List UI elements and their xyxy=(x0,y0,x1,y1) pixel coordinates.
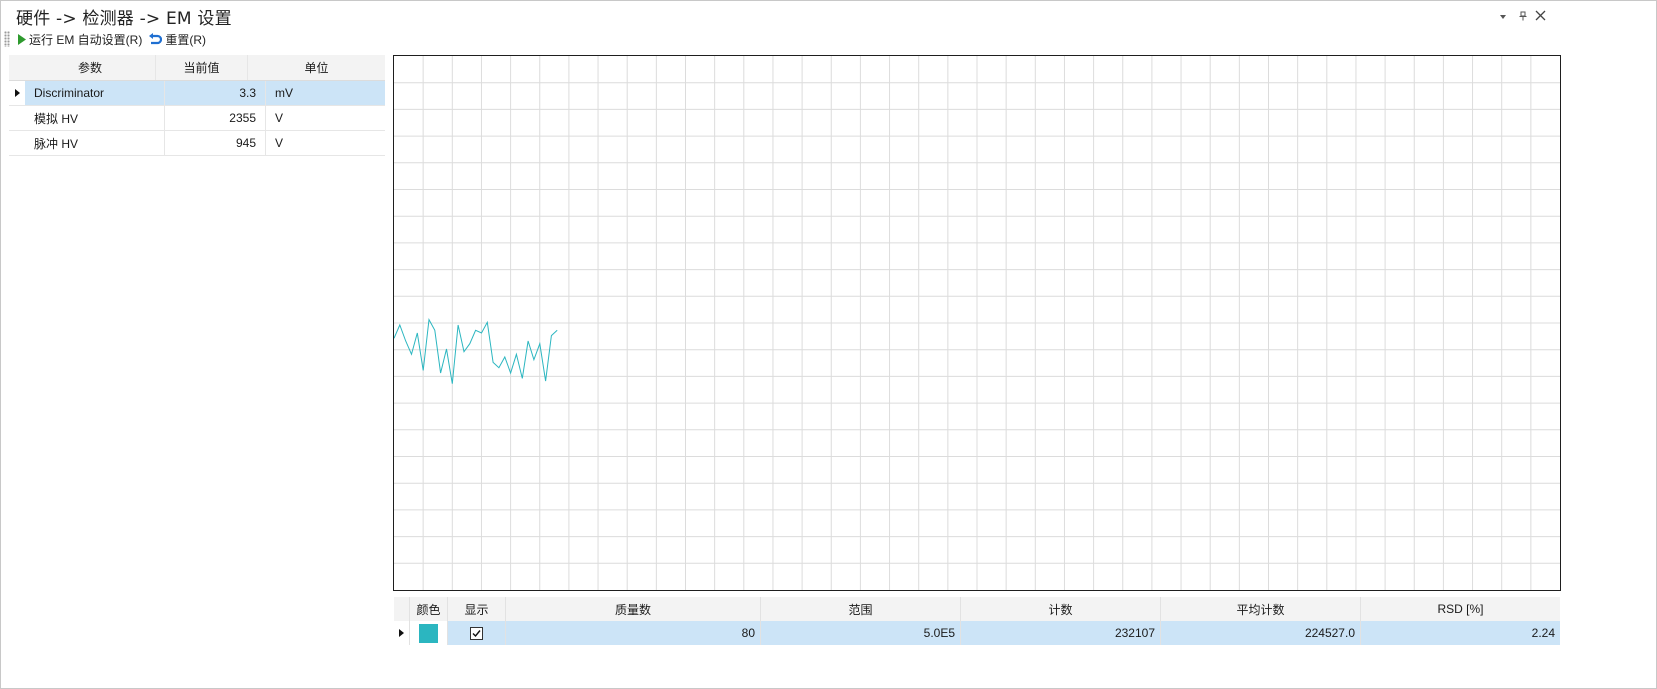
current-row-arrow-icon xyxy=(399,629,404,637)
count-cell[interactable]: 232107 xyxy=(961,621,1161,645)
row-indicator[interactable] xyxy=(9,106,25,130)
row-indicator[interactable] xyxy=(9,131,25,155)
color-swatch[interactable] xyxy=(419,623,438,643)
column-header-count[interactable]: 计数 xyxy=(961,597,1161,621)
column-header-avg-count[interactable]: 平均计数 xyxy=(1161,597,1361,621)
chart-plot-area xyxy=(393,56,1560,590)
chart-grid xyxy=(394,56,1560,590)
rsd-cell[interactable]: 2.24 xyxy=(1361,621,1560,645)
param-value-cell[interactable]: 945 xyxy=(165,131,266,155)
column-header-current-value[interactable]: 当前值 xyxy=(156,55,248,80)
run-em-autosetup-button[interactable]: 运行 EM 自动设置(R) xyxy=(18,31,142,48)
close-icon[interactable] xyxy=(1535,10,1546,24)
dropdown-icon[interactable] xyxy=(1499,10,1507,24)
color-cell[interactable] xyxy=(410,621,448,645)
param-value-cell[interactable]: 2355 xyxy=(165,106,266,130)
param-unit-cell[interactable]: V xyxy=(266,131,385,155)
current-row-arrow-icon xyxy=(14,89,20,97)
avg-count-cell[interactable]: 224527.0 xyxy=(1161,621,1361,645)
play-icon xyxy=(18,33,26,45)
param-name-cell[interactable]: 脉冲 HV xyxy=(25,131,165,155)
column-header-unit[interactable]: 单位 xyxy=(248,55,385,80)
reset-label: 重置(R) xyxy=(165,32,206,47)
row-indicator[interactable] xyxy=(394,621,410,645)
param-name-cell[interactable]: Discriminator xyxy=(25,81,165,105)
reset-button[interactable]: 重置(R) xyxy=(148,31,206,48)
result-table: 颜色 显示 质量数 范围 计数 平均计数 RSD [%] 80 5.0E5 23… xyxy=(394,597,1560,645)
param-unit-cell[interactable]: mV xyxy=(266,81,385,105)
column-header-mass[interactable]: 质量数 xyxy=(506,597,761,621)
page-title: 硬件 -> 检测器 -> EM 设置 xyxy=(16,9,232,29)
table-row[interactable]: 脉冲 HV 945 V xyxy=(9,131,385,156)
range-cell[interactable]: 5.0E5 xyxy=(761,621,961,645)
column-header-show[interactable]: 显示 xyxy=(448,597,506,621)
signal-series-line xyxy=(393,317,558,384)
signal-chart[interactable] xyxy=(393,55,1561,591)
pin-icon[interactable] xyxy=(1518,10,1528,24)
toolbar-grip-icon[interactable] xyxy=(4,31,10,47)
param-unit-cell[interactable]: V xyxy=(266,106,385,130)
column-header-color[interactable]: 颜色 xyxy=(410,597,448,621)
parameter-table: 参数 当前值 单位 Discriminator 3.3 mV 模拟 HV 235… xyxy=(9,55,385,156)
column-header-range[interactable]: 范围 xyxy=(761,597,961,621)
table-row[interactable]: 模拟 HV 2355 V xyxy=(9,106,385,131)
table-row[interactable]: 80 5.0E5 232107 224527.0 2.24 xyxy=(394,621,1560,645)
row-indicator[interactable] xyxy=(9,81,25,105)
mass-cell[interactable]: 80 xyxy=(506,621,761,645)
table-row[interactable]: Discriminator 3.3 mV xyxy=(9,81,385,106)
result-table-header: 颜色 显示 质量数 范围 计数 平均计数 RSD [%] xyxy=(394,597,1560,621)
parameter-table-header: 参数 当前值 单位 xyxy=(9,55,385,81)
toolbar: 运行 EM 自动设置(R) 重置(R) xyxy=(4,29,212,49)
undo-icon xyxy=(149,32,163,44)
show-cell[interactable] xyxy=(448,621,506,645)
param-value-cell[interactable]: 3.3 xyxy=(165,81,266,105)
check-icon xyxy=(472,629,481,637)
column-header-rsd[interactable]: RSD [%] xyxy=(1361,597,1560,621)
show-checkbox[interactable] xyxy=(470,626,483,640)
run-em-autosetup-label: 运行 EM 自动设置(R) xyxy=(29,32,143,47)
row-header-cell xyxy=(394,597,410,621)
row-header-cell xyxy=(9,55,25,80)
param-name-cell[interactable]: 模拟 HV xyxy=(25,106,165,130)
column-header-parameter[interactable]: 参数 xyxy=(25,55,156,80)
